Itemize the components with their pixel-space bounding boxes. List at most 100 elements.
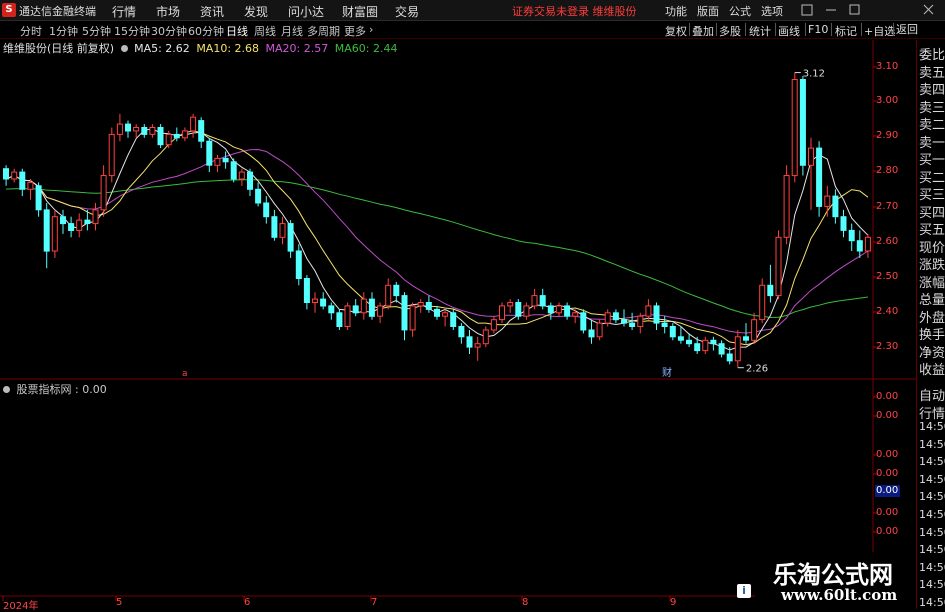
candle-down xyxy=(743,336,749,341)
candle-down xyxy=(816,147,823,207)
ma60-line xyxy=(6,179,868,319)
quote-field-label: 卖二 xyxy=(919,118,945,133)
candle-up xyxy=(133,127,140,132)
candle-up xyxy=(312,298,318,304)
indicator-tick-label: 0.00 xyxy=(876,468,899,479)
quote-field-label: 涨幅 xyxy=(919,275,945,291)
price-tick-label: 3.00 xyxy=(876,95,899,106)
candle-down xyxy=(84,219,91,225)
candle-down xyxy=(3,168,9,180)
quote-field-label: 14:50 xyxy=(919,420,945,433)
candle-down xyxy=(287,223,294,252)
watermark: 乐淘公式网 www.60lt.com xyxy=(755,552,916,609)
candle-down xyxy=(328,305,335,314)
x-label-may: 5 xyxy=(116,597,123,608)
quote-field-label: 卖三 xyxy=(919,100,945,116)
candle-down xyxy=(458,326,465,338)
candle-down xyxy=(35,185,42,211)
candle-down xyxy=(832,195,839,218)
indicator-tick-label: 0.00 xyxy=(876,391,899,402)
candle-down xyxy=(466,336,473,348)
quote-field-label: 14:50 xyxy=(919,490,945,504)
quote-field-label: 涨跌 xyxy=(919,258,945,273)
candle-up xyxy=(181,130,188,139)
candle-down xyxy=(515,302,522,317)
quote-field-label: 14:50 xyxy=(919,472,945,486)
quote-field-label: 现价 xyxy=(919,240,945,256)
event-marker: a xyxy=(182,369,188,379)
candle-down xyxy=(450,312,457,327)
quote-field-label: 净资 xyxy=(919,345,945,361)
candle-down xyxy=(157,127,164,146)
candle-down xyxy=(694,343,701,352)
candle-down xyxy=(621,319,627,324)
watermark-url: www.60lt.com xyxy=(781,586,898,604)
candle-up xyxy=(409,305,416,331)
candle-down xyxy=(173,133,180,139)
candle-up xyxy=(360,298,367,314)
candle-down xyxy=(206,140,213,166)
candle-down xyxy=(393,284,400,297)
candle-down xyxy=(799,79,806,166)
quote-field-label: 卖五 xyxy=(919,65,945,81)
candle-down xyxy=(247,171,253,190)
quote-field-label: 买三 xyxy=(919,188,945,203)
candle-down xyxy=(19,171,26,190)
candle-down xyxy=(320,298,327,307)
candle-down xyxy=(295,250,302,279)
low-price-label: 2.26 xyxy=(746,364,768,375)
x-label-jun: 6 xyxy=(244,597,251,608)
candle-down xyxy=(401,295,408,331)
candle-down xyxy=(230,161,237,180)
candle-up xyxy=(442,312,449,317)
quote-field-label: 总量 xyxy=(919,293,945,308)
candle-up xyxy=(808,147,814,166)
quote-field-label: 卖一 xyxy=(919,135,945,151)
quote-panel: 委比 卖五 卖四 卖三 卖二 卖一 买一 买二 买三 买四 买五 现价 涨跌 涨幅 总量 外盘 换手 净资 收益 自动… xyxy=(916,40,945,609)
indicator-tick-label: 0.00 xyxy=(876,526,899,537)
candle-down xyxy=(856,240,863,252)
quote-field-label: 买二 xyxy=(919,170,945,186)
quote-field-label: 14:50 xyxy=(919,543,945,557)
candle-down xyxy=(726,353,733,362)
indicator-title: 股票指标网 : 0.00 xyxy=(3,381,107,397)
candle-up xyxy=(116,123,123,135)
candle-down xyxy=(425,302,432,310)
quote-field-label: 卖四 xyxy=(919,83,945,98)
price-tick-label: 2.40 xyxy=(876,306,899,317)
price-tick-label: 3.10 xyxy=(876,61,899,72)
candle-down xyxy=(263,202,270,218)
candle-up xyxy=(190,116,197,132)
quote-field-label: 行情 xyxy=(919,406,945,422)
indicator-tick-label: 0.00 xyxy=(876,410,899,421)
candle-up xyxy=(775,236,782,297)
info-icon[interactable]: i xyxy=(737,584,751,598)
candle-up xyxy=(76,219,83,231)
quote-field-label: 14:50 xyxy=(919,560,945,574)
quote-field-label: 14:50 xyxy=(919,525,945,539)
candle-up xyxy=(214,157,221,166)
candle-down xyxy=(336,312,343,327)
settings-dot-icon[interactable] xyxy=(3,386,10,393)
candle-down xyxy=(368,298,375,317)
candle-down xyxy=(588,329,595,338)
candle-up xyxy=(238,171,245,180)
candle-up xyxy=(523,305,530,317)
candle-up xyxy=(417,302,424,307)
candle-down xyxy=(677,336,684,341)
candle-up xyxy=(604,312,611,324)
candle-down xyxy=(68,223,75,232)
candle-down xyxy=(255,188,262,204)
candle-up xyxy=(385,284,392,307)
x-label-sep: 9 xyxy=(670,597,677,608)
ma20-line xyxy=(5,148,869,334)
kline-chart[interactable]: 3.12 2.26 a 财 xyxy=(0,0,945,609)
candle-down xyxy=(767,284,774,297)
quote-field-label: 14:50 xyxy=(919,596,945,609)
indicator-name: 股票指标网 : 0.00 xyxy=(16,383,107,396)
candle-down xyxy=(718,343,725,355)
candle-up xyxy=(490,319,497,331)
candle-down xyxy=(539,295,546,307)
quote-field-label: 14:50 xyxy=(919,437,945,451)
price-tick-label: 2.90 xyxy=(876,130,899,141)
